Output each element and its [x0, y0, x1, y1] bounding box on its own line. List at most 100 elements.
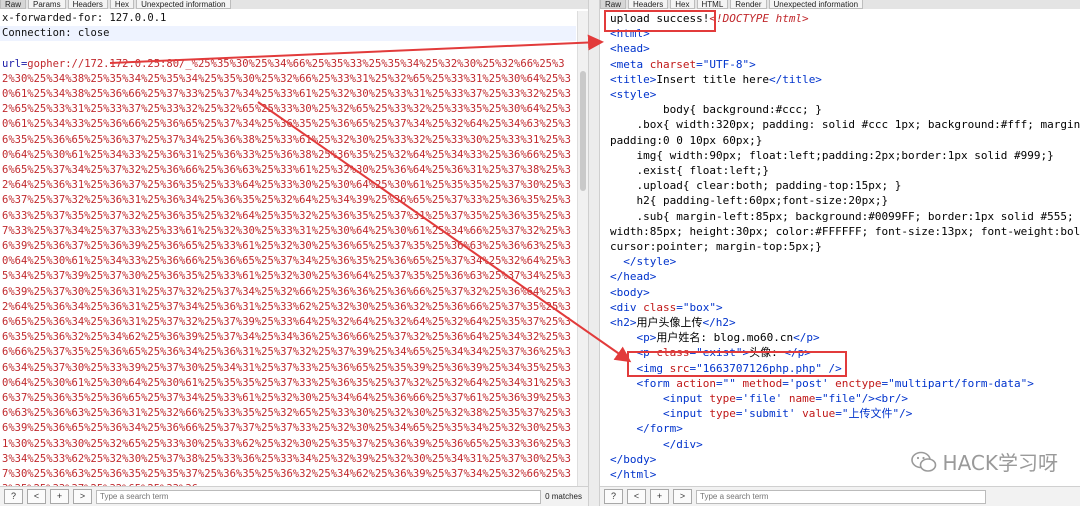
code-token: <!DOCTYPE html>	[709, 12, 809, 25]
code-token: 头像:	[749, 346, 785, 360]
code-token: >	[749, 57, 756, 71]
code-token: ="multipart/form-data"	[881, 376, 1028, 390]
next-match-button[interactable]: >	[673, 489, 692, 504]
code-token: class	[636, 300, 677, 314]
code-token: 用户姓名: blog.mo60.cn	[656, 331, 794, 345]
response-code-line: <meta charset="UTF-8">	[600, 57, 1080, 72]
code-token: <p>	[610, 331, 657, 345]
response-tab-raw[interactable]: Raw	[600, 0, 627, 9]
watermark-text: HACK学习呀	[942, 451, 1058, 475]
request-tab-params[interactable]: Params	[28, 0, 66, 9]
response-code-line: <input type='submit' value="上传文件"/>	[600, 406, 1080, 421]
code-token: 用户头像上传	[636, 316, 703, 330]
response-first-line: upload success!<!DOCTYPE html>	[600, 11, 1080, 26]
code-token: <html>	[610, 27, 650, 41]
response-code-line: <html>	[600, 26, 1080, 41]
response-tab-hex[interactable]: Hex	[670, 0, 695, 9]
code-token: ="UTF-8"	[696, 57, 750, 71]
code-token: value	[795, 407, 836, 421]
code-token: </p>	[793, 331, 820, 345]
response-code-line: <input type='file' name="file"/><br/>	[600, 391, 1080, 406]
code-token: <img	[610, 361, 663, 375]
response-code-line: </head>	[600, 269, 1080, 284]
prev-match-button[interactable]: <	[27, 489, 46, 504]
code-token: type	[702, 392, 736, 406]
code-token: =""	[715, 376, 736, 390]
code-token: padding:0 0 10px 60px;}	[610, 133, 763, 147]
response-code-line: <p>用户姓名: blog.mo60.cn</p>	[600, 330, 1080, 345]
response-code-line: .box{ width:320px; padding: solid #ccc 1…	[600, 117, 1080, 132]
response-search-bar: ? < + >	[600, 486, 1080, 506]
code-token: src	[662, 361, 690, 375]
add-button[interactable]: +	[50, 489, 69, 504]
next-match-button[interactable]: >	[73, 489, 92, 504]
header-line: x-forwarded-for: 127.0.0.1	[2, 12, 167, 24]
code-token: </style>	[610, 255, 677, 269]
request-pane: Raw Params Headers Hex Unexpected inform…	[0, 0, 588, 506]
url-param-value: gopher://172.172.0.25:80/_%25%35%30%25%3…	[2, 57, 571, 486]
code-token: .sub{ margin-left:85px; background:#0099…	[610, 209, 1074, 223]
response-code-line: h2{ padding-left:60px;font-size:20px;}	[600, 193, 1080, 208]
code-token: <div	[610, 300, 637, 314]
response-tab-unexpected[interactable]: Unexpected information	[768, 0, 864, 9]
code-token: ="上传文件"	[835, 407, 900, 421]
request-tab-headers[interactable]: Headers	[67, 0, 108, 9]
response-code-line: img{ width:90px; float:left;padding:2px;…	[600, 148, 1080, 163]
code-token: <head>	[610, 42, 650, 56]
response-code-line: </style>	[600, 254, 1080, 269]
response-code-line: <form action="" method='post' enctype="m…	[600, 376, 1080, 391]
pane-splitter[interactable]	[588, 0, 600, 506]
help-button[interactable]: ?	[604, 489, 623, 504]
request-search-input[interactable]	[96, 489, 542, 504]
code-token: upload success!	[610, 12, 710, 25]
code-token: name	[782, 392, 816, 406]
code-token: ='submit'	[735, 407, 796, 421]
header-line: Connection: close	[0, 26, 576, 42]
code-token: <p	[610, 346, 650, 360]
request-body[interactable]: x-forwarded-for: 127.0.0.1 Connection: c…	[0, 11, 576, 486]
add-button[interactable]: +	[650, 489, 669, 504]
request-scrollbar[interactable]	[577, 11, 588, 486]
request-tab-unexpected[interactable]: Unexpected information	[136, 0, 231, 9]
code-token: </html>	[610, 468, 657, 482]
code-token: ="1663707126php.php"	[689, 361, 822, 375]
response-code-line: </form>	[600, 421, 1080, 436]
code-token: <input	[610, 392, 703, 406]
request-tab-raw[interactable]: Raw	[0, 0, 27, 9]
request-scrollbar-thumb[interactable]	[580, 71, 586, 191]
response-code-line: <title>Insert title here</title>	[600, 72, 1080, 87]
code-token: method	[735, 376, 783, 390]
code-token: </h2>	[702, 316, 736, 330]
code-token: type	[702, 407, 736, 421]
response-code-line: <style>	[600, 87, 1080, 102]
match-count: 0 matches	[545, 492, 582, 501]
code-token: <form	[610, 376, 670, 390]
code-token: </div>	[610, 437, 703, 451]
response-pane: Raw Headers Hex HTML Render Unexpected i…	[600, 0, 1080, 506]
code-token: <body>	[610, 285, 650, 299]
code-token: .upload{ clear:both; padding-top:15px; }	[610, 179, 902, 193]
response-code-line: cursor:pointer; margin-top:5px;}	[600, 239, 1080, 254]
response-tab-html[interactable]: HTML	[696, 0, 729, 9]
code-token: <meta	[610, 57, 644, 71]
response-search-input[interactable]	[696, 489, 986, 504]
response-code-line: .exist{ float:left;}	[600, 163, 1080, 178]
code-token: />	[861, 392, 875, 406]
code-token: h2{ padding-left:60px;font-size:20px;}	[610, 194, 889, 208]
prev-match-button[interactable]: <	[627, 489, 646, 504]
code-token: >	[1027, 376, 1034, 390]
response-code-line: <p class="exist">头像: </p>	[600, 345, 1080, 360]
response-code-line: <body>	[600, 285, 1080, 300]
code-token: </head>	[610, 270, 657, 284]
response-tab-headers[interactable]: Headers	[628, 0, 669, 9]
code-token: <title>	[610, 72, 657, 86]
code-token: <input	[610, 407, 703, 421]
code-token: <h2>	[610, 316, 637, 330]
code-token: charset	[643, 57, 697, 71]
help-button[interactable]: ?	[4, 489, 23, 504]
response-body[interactable]: upload success!<!DOCTYPE html> <html> <hea…	[600, 11, 1080, 486]
response-tab-render[interactable]: Render	[730, 0, 767, 9]
gopher-payload: url=gopher://172.172.0.25:80/_%25%35%30%…	[0, 57, 576, 486]
request-tab-hex[interactable]: Hex	[109, 0, 135, 9]
response-code-line: <img src="1663707126php.php" />	[600, 361, 1080, 376]
